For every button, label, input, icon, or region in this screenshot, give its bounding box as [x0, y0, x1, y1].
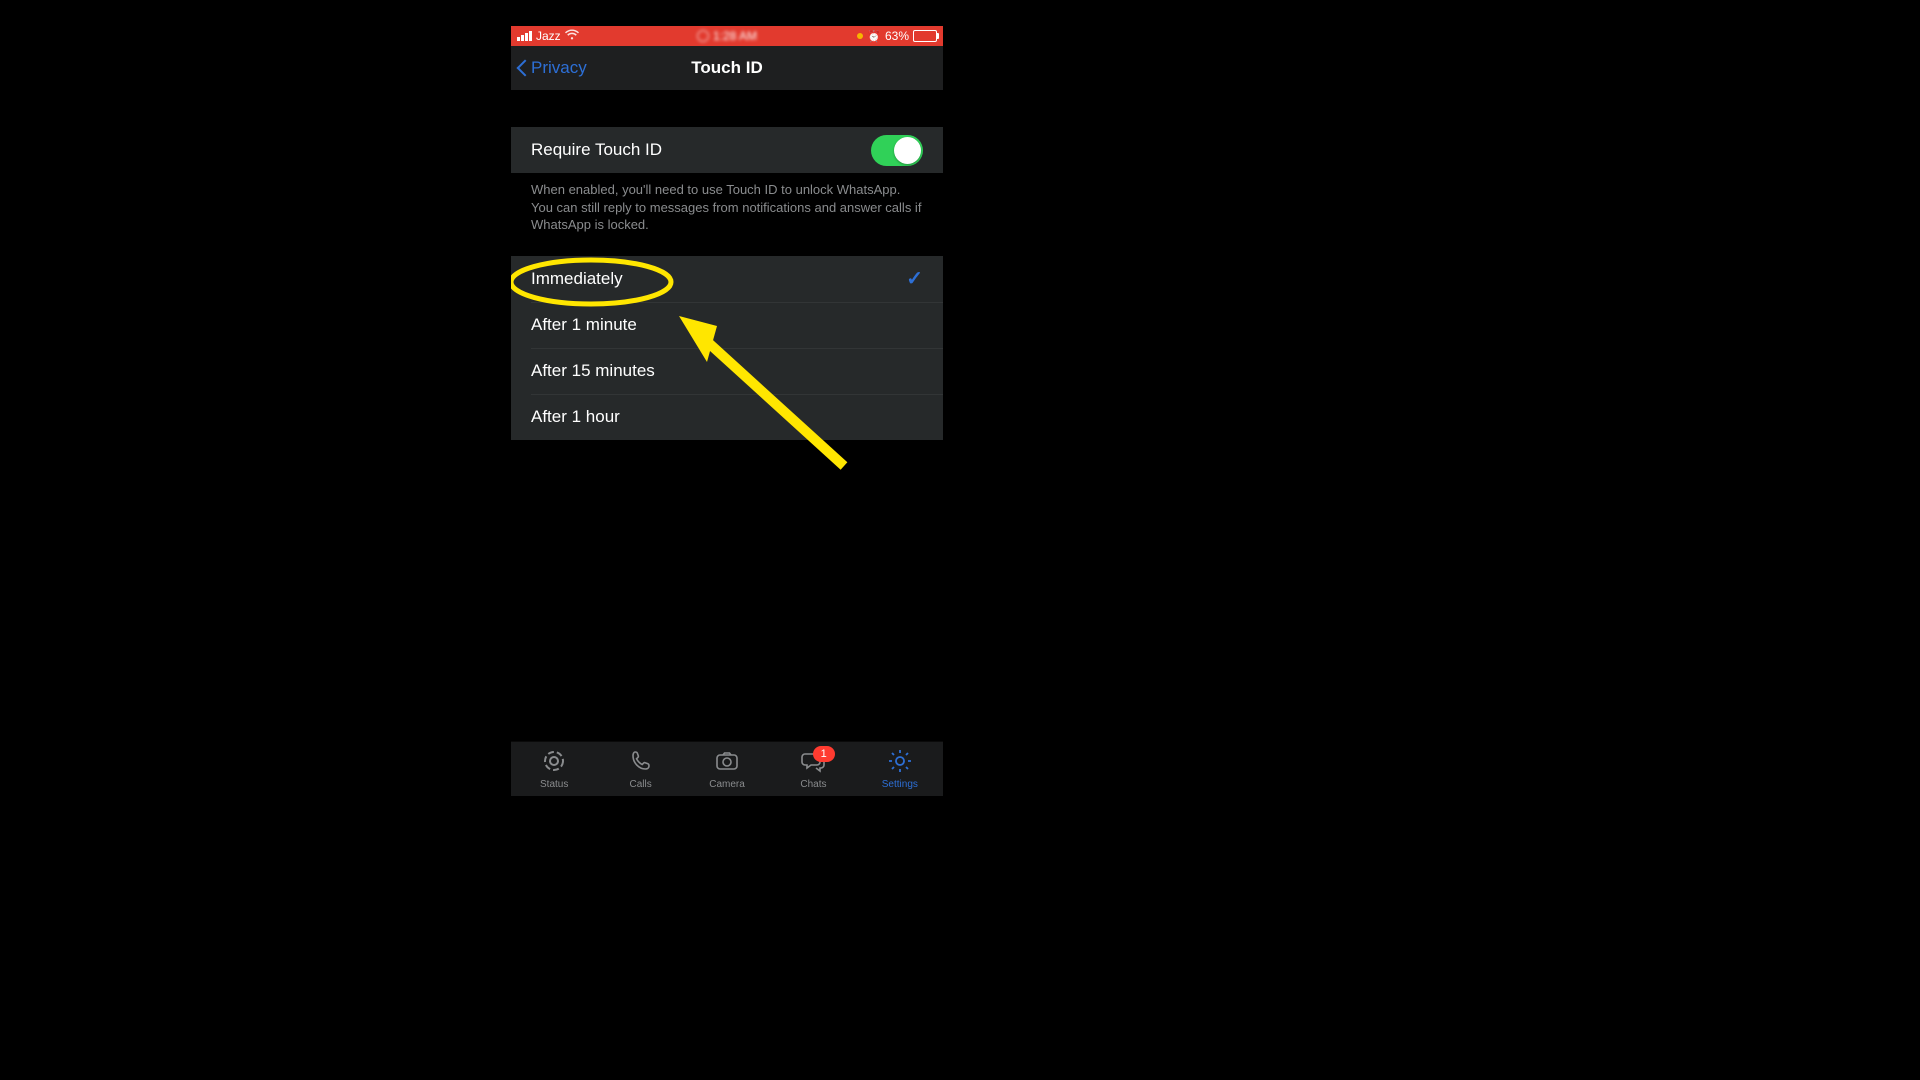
wifi-icon	[565, 29, 579, 44]
chevron-left-icon	[517, 58, 529, 78]
gear-icon	[887, 748, 913, 777]
tab-settings[interactable]: Settings	[857, 742, 943, 796]
tab-label: Status	[540, 779, 568, 790]
option-after-15-minutes[interactable]: After 15 minutes	[511, 348, 943, 394]
option-label: After 15 minutes	[531, 361, 655, 381]
checkmark-icon: ✓	[906, 266, 923, 291]
battery-icon	[913, 30, 937, 42]
tab-status[interactable]: Status	[511, 742, 597, 796]
status-time: 1:28 AM	[697, 29, 757, 43]
timeout-options-group: Immediately ✓ After 1 minute After 15 mi…	[511, 256, 943, 440]
signal-bars-icon	[517, 31, 532, 41]
camera-icon	[714, 748, 740, 777]
status-right: ⏰ 63%	[857, 29, 937, 43]
option-label: After 1 minute	[531, 315, 637, 335]
chats-badge: 1	[813, 746, 835, 762]
status-left: Jazz	[517, 29, 579, 44]
tab-camera[interactable]: Camera	[684, 742, 770, 796]
battery-pct-label: 63%	[885, 29, 909, 43]
option-label: Immediately	[531, 269, 623, 289]
require-touchid-label: Require Touch ID	[531, 140, 662, 160]
nav-bar: Privacy Touch ID	[511, 46, 943, 91]
phone-screen: Jazz 1:28 AM ⏰ 63% Privacy Touch ID Requ…	[511, 26, 943, 796]
toggle-knob	[894, 137, 921, 164]
tab-label: Chats	[800, 779, 826, 790]
status-bar: Jazz 1:28 AM ⏰ 63%	[511, 26, 943, 46]
option-after-1-hour[interactable]: After 1 hour	[511, 394, 943, 440]
time-label: 1:28 AM	[713, 29, 757, 43]
phone-icon	[628, 748, 654, 777]
option-immediately[interactable]: Immediately ✓	[511, 256, 943, 302]
tab-calls[interactable]: Calls	[597, 742, 683, 796]
require-touchid-toggle[interactable]	[871, 135, 923, 166]
page-title: Touch ID	[691, 58, 762, 78]
status-icon	[541, 748, 567, 777]
require-touchid-footer: When enabled, you'll need to use Touch I…	[511, 173, 943, 234]
back-label: Privacy	[531, 58, 587, 78]
tab-bar: Status Calls Camera 1 Chats Settings	[511, 741, 943, 796]
option-after-1-minute[interactable]: After 1 minute	[511, 302, 943, 348]
record-indicator-icon	[697, 30, 709, 42]
alarm-icon: ⏰	[867, 30, 881, 43]
tab-chats[interactable]: 1 Chats	[770, 742, 856, 796]
back-button[interactable]: Privacy	[511, 58, 587, 78]
require-touchid-group: Require Touch ID	[511, 127, 943, 173]
tab-label: Camera	[709, 779, 745, 790]
tab-label: Settings	[882, 779, 918, 790]
tab-label: Calls	[629, 779, 651, 790]
require-touchid-row[interactable]: Require Touch ID	[511, 127, 943, 173]
dnd-dot-icon	[857, 33, 863, 39]
option-label: After 1 hour	[531, 407, 620, 427]
carrier-label: Jazz	[536, 29, 561, 43]
